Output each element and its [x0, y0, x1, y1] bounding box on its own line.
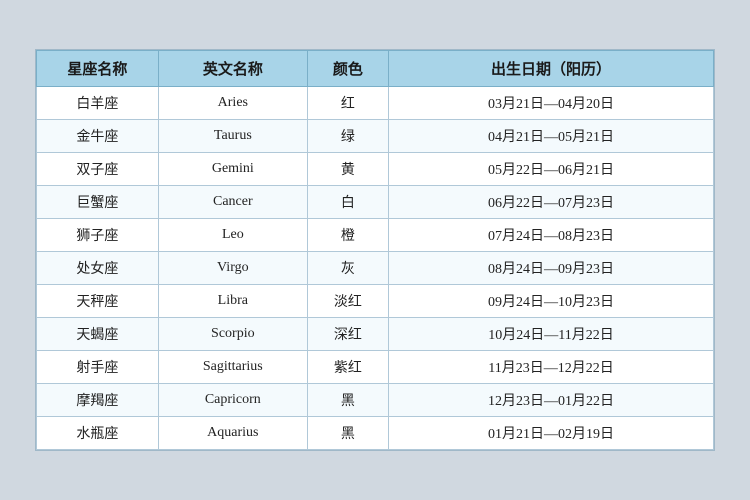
cell-english: Sagittarius	[158, 351, 307, 384]
cell-color: 深红	[307, 318, 388, 351]
zodiac-table-container: 星座名称 英文名称 颜色 出生日期（阳历） 白羊座Aries红03月21日—04…	[35, 49, 715, 451]
table-row: 白羊座Aries红03月21日—04月20日	[37, 87, 714, 120]
cell-english: Leo	[158, 219, 307, 252]
cell-chinese: 金牛座	[37, 120, 159, 153]
cell-english: Libra	[158, 285, 307, 318]
cell-english: Cancer	[158, 186, 307, 219]
cell-date: 06月22日—07月23日	[389, 186, 714, 219]
cell-date: 09月24日—10月23日	[389, 285, 714, 318]
cell-color: 灰	[307, 252, 388, 285]
cell-date: 12月23日—01月22日	[389, 384, 714, 417]
table-row: 双子座Gemini黄05月22日—06月21日	[37, 153, 714, 186]
cell-chinese: 射手座	[37, 351, 159, 384]
cell-english: Virgo	[158, 252, 307, 285]
header-color: 颜色	[307, 51, 388, 87]
cell-color: 白	[307, 186, 388, 219]
cell-date: 08月24日—09月23日	[389, 252, 714, 285]
cell-color: 紫红	[307, 351, 388, 384]
table-row: 巨蟹座Cancer白06月22日—07月23日	[37, 186, 714, 219]
table-row: 水瓶座Aquarius黑01月21日—02月19日	[37, 417, 714, 450]
table-row: 金牛座Taurus绿04月21日—05月21日	[37, 120, 714, 153]
cell-chinese: 狮子座	[37, 219, 159, 252]
zodiac-table: 星座名称 英文名称 颜色 出生日期（阳历） 白羊座Aries红03月21日—04…	[36, 50, 714, 450]
cell-color: 绿	[307, 120, 388, 153]
table-row: 狮子座Leo橙07月24日—08月23日	[37, 219, 714, 252]
table-row: 天蝎座Scorpio深红10月24日—11月22日	[37, 318, 714, 351]
cell-chinese: 巨蟹座	[37, 186, 159, 219]
cell-date: 05月22日—06月21日	[389, 153, 714, 186]
cell-chinese: 处女座	[37, 252, 159, 285]
cell-date: 10月24日—11月22日	[389, 318, 714, 351]
cell-date: 01月21日—02月19日	[389, 417, 714, 450]
cell-color: 黑	[307, 417, 388, 450]
header-english: 英文名称	[158, 51, 307, 87]
cell-english: Taurus	[158, 120, 307, 153]
cell-color: 橙	[307, 219, 388, 252]
cell-chinese: 白羊座	[37, 87, 159, 120]
cell-english: Capricorn	[158, 384, 307, 417]
cell-date: 04月21日—05月21日	[389, 120, 714, 153]
cell-color: 黑	[307, 384, 388, 417]
cell-chinese: 水瓶座	[37, 417, 159, 450]
cell-chinese: 天秤座	[37, 285, 159, 318]
cell-chinese: 双子座	[37, 153, 159, 186]
table-row: 摩羯座Capricorn黑12月23日—01月22日	[37, 384, 714, 417]
cell-date: 07月24日—08月23日	[389, 219, 714, 252]
cell-date: 11月23日—12月22日	[389, 351, 714, 384]
cell-english: Aries	[158, 87, 307, 120]
cell-date: 03月21日—04月20日	[389, 87, 714, 120]
table-row: 天秤座Libra淡红09月24日—10月23日	[37, 285, 714, 318]
table-row: 处女座Virgo灰08月24日—09月23日	[37, 252, 714, 285]
header-chinese: 星座名称	[37, 51, 159, 87]
cell-chinese: 摩羯座	[37, 384, 159, 417]
table-row: 射手座Sagittarius紫红11月23日—12月22日	[37, 351, 714, 384]
cell-color: 红	[307, 87, 388, 120]
header-date: 出生日期（阳历）	[389, 51, 714, 87]
cell-color: 淡红	[307, 285, 388, 318]
cell-color: 黄	[307, 153, 388, 186]
cell-english: Aquarius	[158, 417, 307, 450]
cell-english: Scorpio	[158, 318, 307, 351]
cell-chinese: 天蝎座	[37, 318, 159, 351]
cell-english: Gemini	[158, 153, 307, 186]
table-header-row: 星座名称 英文名称 颜色 出生日期（阳历）	[37, 51, 714, 87]
